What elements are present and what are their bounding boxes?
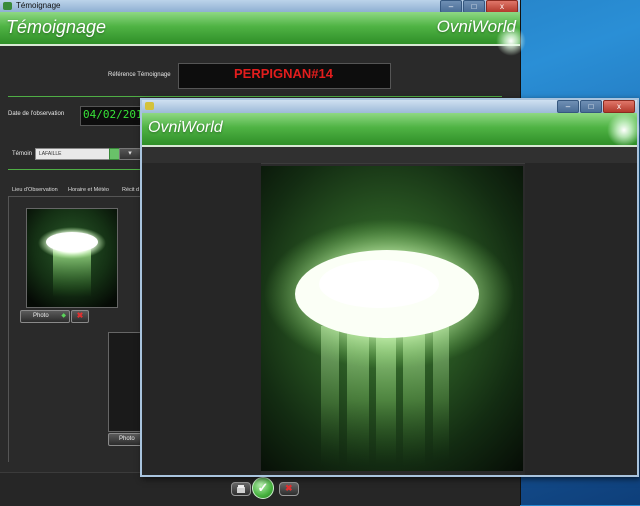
photo-viewer-window: – □ x OvniWorld [140, 98, 640, 477]
delete-photo-button[interactable]: ✖ [71, 310, 89, 323]
app-icon [3, 2, 12, 10]
cancel-icon: ✖ [285, 483, 293, 493]
photo-thumbnail[interactable] [26, 208, 118, 308]
close-button[interactable]: x [603, 100, 635, 113]
ufo-thumbnail-image [27, 209, 117, 307]
reference-label: Référence Témoignage [108, 72, 171, 78]
date-field[interactable]: 04/02/2010 [80, 106, 149, 124]
ufo-photo[interactable] [261, 166, 523, 471]
testimony-titlebar: Témoignage – □ x [0, 0, 520, 13]
delete-icon: ✖ [76, 311, 84, 320]
separator [8, 96, 502, 97]
viewer-titlebar: – □ x [142, 100, 637, 113]
checkmark-icon: ✓ [257, 480, 269, 495]
add-icon: ◆ [61, 313, 66, 319]
glow-icon [496, 26, 526, 56]
window-title: Témoignage [16, 1, 61, 10]
print-button[interactable] [231, 482, 251, 496]
viewer-margin-right [525, 163, 637, 475]
app-icon [145, 102, 154, 110]
photo-button-2-label: Photo [119, 436, 135, 442]
cancel-button[interactable]: ✖ [279, 482, 299, 496]
maximize-button[interactable]: □ [580, 100, 602, 113]
tab-location[interactable]: Lieu d'Observation [12, 187, 58, 193]
tab-time-weather[interactable]: Horaire et Météo [68, 187, 109, 193]
viewer-banner-brand: OvniWorld [148, 119, 223, 136]
reference-value: PERPIGNAN#14 [234, 66, 333, 81]
validate-button[interactable]: ✓ [252, 477, 274, 499]
banner-title: Témoignage [6, 17, 107, 37]
viewer-toolbar [142, 147, 637, 164]
photo-button-label: Photo [33, 313, 49, 319]
viewer-margin-left [142, 163, 261, 475]
tab-story[interactable]: Récit d [122, 187, 139, 193]
arrow-down-icon: ▾ [128, 150, 132, 157]
witness-add-button[interactable]: ▾ [119, 148, 141, 160]
glow-icon [607, 113, 640, 147]
date-label: Date de l'observation [8, 111, 65, 117]
witness-label: Témoin [12, 151, 33, 157]
header-banner: Témoignage OvniWorld [0, 12, 526, 56]
photo-button[interactable]: Photo ◆ [20, 310, 70, 323]
ufo-photo-image [261, 166, 523, 471]
minimize-button[interactable]: – [557, 100, 579, 113]
viewer-banner: OvniWorld [142, 113, 640, 147]
printer-icon [237, 485, 245, 493]
